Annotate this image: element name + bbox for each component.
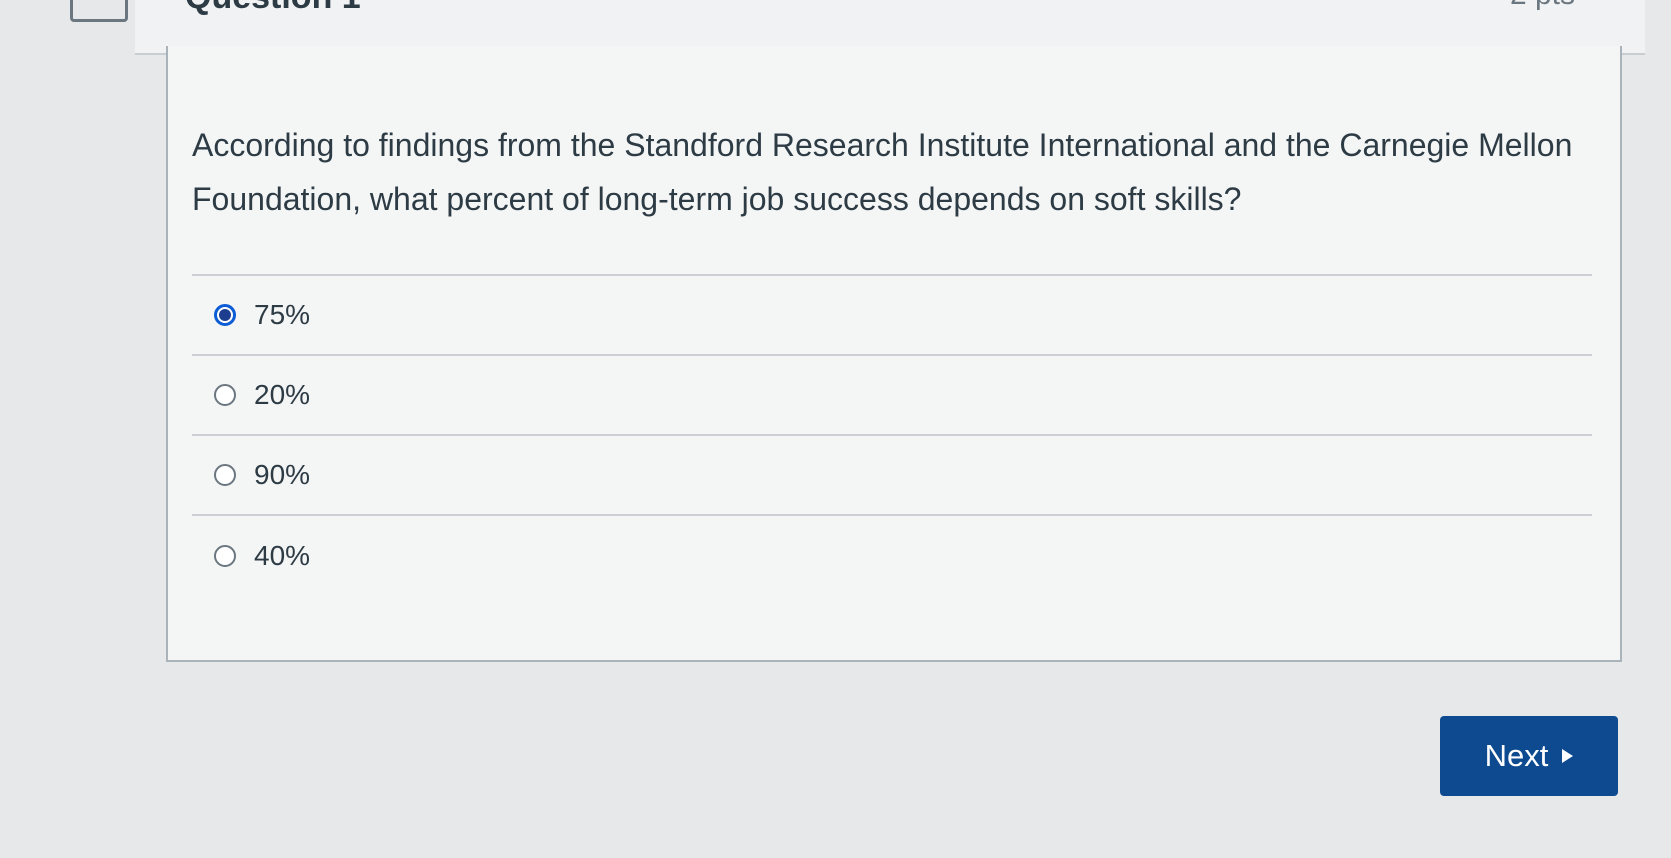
question-title: Question 1	[185, 0, 361, 17]
question-text: According to findings from the Standford…	[192, 127, 1573, 217]
question-body: According to findings from the Standford…	[166, 46, 1622, 662]
next-button-label: Next	[1484, 738, 1549, 773]
radio-button[interactable]	[214, 545, 236, 567]
play-icon	[1562, 749, 1574, 763]
answer-label: 40%	[254, 540, 311, 571]
answer-option[interactable]: 40%	[192, 516, 1592, 596]
flag-question-icon[interactable]	[70, 0, 128, 22]
question-points: 2 pts	[1510, 0, 1575, 12]
radio-button[interactable]	[214, 384, 236, 406]
radio-button-selected[interactable]	[214, 304, 236, 326]
answer-option[interactable]: 20%	[192, 356, 1592, 436]
answer-list: 75% 20% 90% 40%	[192, 274, 1592, 596]
answer-option[interactable]: 75%	[192, 276, 1592, 356]
answer-label: 90%	[254, 459, 311, 490]
next-button[interactable]: Next	[1440, 716, 1618, 796]
answer-option[interactable]: 90%	[192, 436, 1592, 516]
answer-label: 75%	[254, 299, 311, 330]
radio-button[interactable]	[214, 464, 236, 486]
answer-label: 20%	[254, 379, 311, 410]
radio-dot	[219, 309, 231, 321]
